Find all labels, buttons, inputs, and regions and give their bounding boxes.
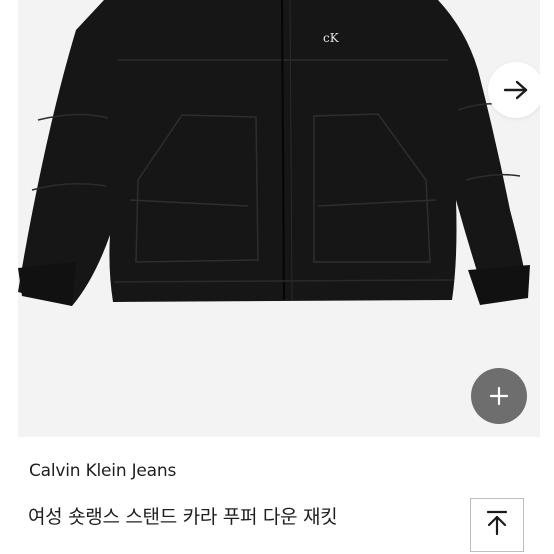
brand-name[interactable]: Calvin Klein Jeans [29, 461, 176, 481]
jacket-cuff-left [18, 262, 76, 306]
product-image[interactable]: cK [18, 0, 540, 437]
next-image-button[interactable] [488, 62, 540, 118]
add-button[interactable] [471, 368, 527, 424]
plus-icon [489, 386, 509, 406]
jacket-cuff-right [468, 265, 530, 305]
product-title: 여성 숏랭스 스탠드 카라 푸퍼 다운 재킷 [28, 506, 338, 528]
scroll-to-top-button[interactable] [470, 498, 524, 552]
jacket-body [18, 0, 528, 306]
jacket-illustration: cK [18, 0, 530, 306]
arrow-up-to-top-icon [485, 510, 509, 540]
brand-logo: cK [323, 31, 340, 45]
arrow-right-icon [503, 79, 529, 101]
